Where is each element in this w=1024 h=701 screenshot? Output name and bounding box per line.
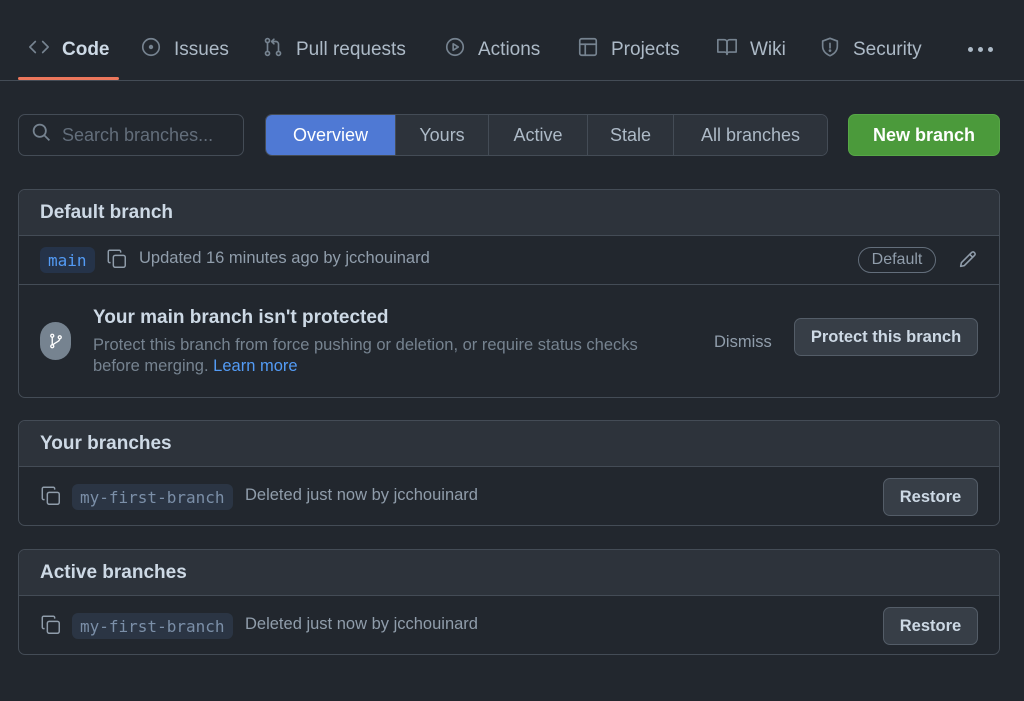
tab-actions[interactable]: Actions [444, 30, 540, 70]
shield-icon [819, 36, 841, 64]
new-branch-button[interactable]: New branch [848, 114, 1000, 156]
tab-wiki-label: Wiki [750, 39, 786, 60]
branch-name-deleted[interactable]: my-first-branch [72, 484, 233, 510]
learn-more-link[interactable]: Learn more [213, 357, 297, 375]
protection-title: Your main branch isn't protected [93, 307, 389, 328]
active-branches-heading: Active branches [19, 550, 999, 596]
tab-yours[interactable]: Yours [395, 115, 488, 155]
pencil-icon[interactable] [957, 248, 979, 270]
git-pull-request-icon [262, 36, 284, 64]
protection-notice: Your main branch isn't protected Protect… [19, 285, 999, 397]
table-icon [577, 36, 599, 64]
search-input[interactable] [62, 124, 222, 146]
tab-issues[interactable]: Issues [140, 30, 229, 70]
code-icon [28, 36, 50, 64]
branch-deleted-meta: Deleted just now by jcchouinard [245, 615, 478, 633]
restore-button[interactable]: Restore [883, 607, 978, 645]
tab-stale[interactable]: Stale [587, 115, 673, 155]
active-branches-box: Active branches my-first-branch Deleted … [18, 549, 1000, 655]
tab-overview[interactable]: Overview [266, 115, 395, 155]
play-icon [444, 36, 466, 64]
branch-updated-meta: Updated 16 minutes ago by jcchouinard [139, 249, 430, 267]
dismiss-button[interactable]: Dismiss [714, 333, 772, 352]
copy-icon[interactable] [40, 485, 62, 507]
default-branch-heading: Default branch [19, 190, 999, 236]
issue-opened-icon [140, 36, 162, 64]
repo-nav: Code Issues Pull requests Actions Projec… [0, 0, 1024, 81]
tab-issues-label: Issues [174, 39, 229, 60]
branch-filter-tabs: Overview Yours Active Stale All branches [265, 114, 828, 156]
tab-projects-label: Projects [611, 39, 680, 60]
git-branch-icon [40, 322, 71, 360]
branch-search[interactable] [18, 114, 244, 156]
tab-wiki[interactable]: Wiki [716, 30, 786, 70]
branch-deleted-meta: Deleted just now by jcchouinard [245, 486, 478, 504]
book-icon [716, 36, 738, 64]
branch-row: my-first-branch Deleted just now by jcch… [19, 596, 999, 654]
default-branch-box: Default branch main Updated 16 minutes a… [18, 189, 1000, 398]
protection-description-text: Protect this branch from force pushing o… [93, 336, 638, 375]
copy-icon[interactable] [106, 248, 128, 270]
default-badge: Default [858, 247, 936, 273]
branch-row-main: main Updated 16 minutes ago by jcchouina… [19, 236, 999, 285]
branch-name-main[interactable]: main [40, 247, 95, 273]
copy-icon[interactable] [40, 614, 62, 636]
tab-projects[interactable]: Projects [577, 30, 680, 70]
your-branches-box: Your branches my-first-branch Deleted ju… [18, 420, 1000, 526]
more-menu-icon[interactable] [962, 36, 998, 62]
tab-all-branches[interactable]: All branches [673, 115, 827, 155]
tab-code[interactable]: Code [28, 30, 110, 70]
search-icon [31, 122, 52, 148]
tab-active[interactable]: Active [488, 115, 587, 155]
tab-security-label: Security [853, 39, 922, 60]
restore-button[interactable]: Restore [883, 478, 978, 516]
selected-tab-underline [18, 77, 119, 80]
protection-description: Protect this branch from force pushing o… [93, 335, 683, 377]
protect-branch-button[interactable]: Protect this branch [794, 318, 978, 356]
your-branches-heading: Your branches [19, 421, 999, 467]
tab-actions-label: Actions [478, 39, 541, 60]
tab-pull-requests-label: Pull requests [296, 39, 406, 60]
tab-security[interactable]: Security [819, 30, 922, 70]
tab-code-label: Code [62, 39, 110, 60]
branch-name-deleted[interactable]: my-first-branch [72, 613, 233, 639]
branch-row: my-first-branch Deleted just now by jcch… [19, 467, 999, 525]
tab-pull-requests[interactable]: Pull requests [262, 30, 406, 70]
